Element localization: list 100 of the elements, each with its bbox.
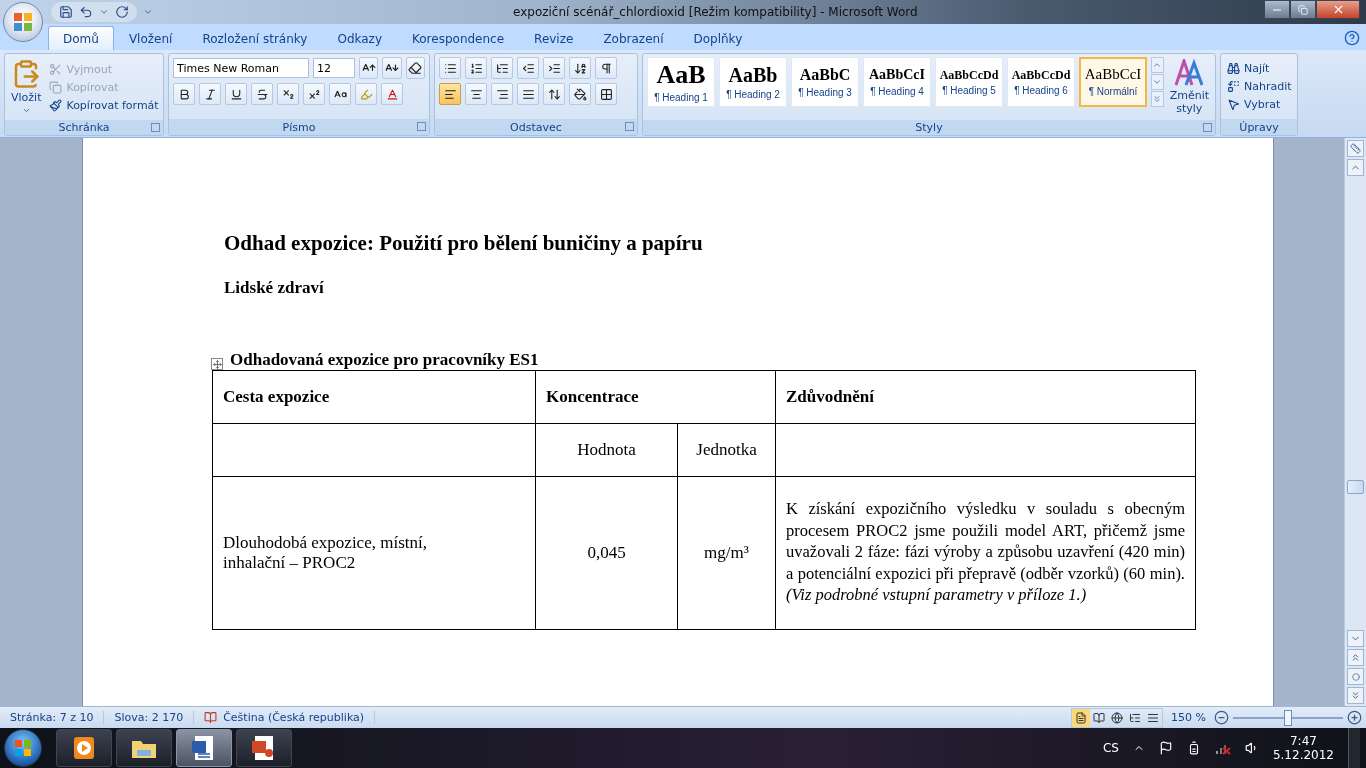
help-button[interactable]	[1344, 30, 1360, 46]
caret-icon	[21, 106, 31, 115]
close-button[interactable]	[1316, 0, 1360, 19]
language-button[interactable]: Čeština (Česká republika)	[223, 711, 365, 724]
zoom-slider-thumb[interactable]	[1284, 709, 1292, 726]
ribbon-tab[interactable]: Odkazy	[322, 26, 397, 50]
increase-indent-icon	[547, 61, 561, 75]
style-tile[interactable]: AaBbCcI ¶ Normální	[1079, 57, 1147, 107]
shrink-font-button[interactable]	[382, 57, 402, 79]
clock[interactable]: 7:47 5.12.2012	[1272, 734, 1334, 762]
ribbon-tab[interactable]: Revize	[519, 26, 589, 50]
ruler-icon	[1350, 143, 1361, 154]
align-left-button[interactable]	[439, 83, 461, 105]
page-count: Stránka: 7 z 10	[0, 711, 105, 724]
line-spacing-button[interactable]	[543, 83, 565, 105]
save-button[interactable]	[59, 5, 73, 19]
document-heading: Odhad expozice: Použití pro bělení buničiny a papíru	[224, 231, 704, 256]
replace-button[interactable]: Nahradit	[1225, 79, 1294, 94]
table-move-handle[interactable]	[211, 358, 223, 370]
decrease-indent-button[interactable]	[517, 57, 539, 79]
style-tile[interactable]: AaB ¶ Heading 1	[647, 57, 715, 107]
painter-button[interactable]: Kopírovat formát	[47, 97, 161, 113]
undo-dropdown-button[interactable]	[99, 7, 109, 17]
strikethrough-button[interactable]	[251, 83, 273, 105]
zoom-out-button[interactable]	[1214, 710, 1229, 725]
style-tile[interactable]: AaBbC ¶ Heading 3	[791, 57, 859, 107]
paste-button[interactable]: Vložit	[9, 57, 44, 117]
binoculars-icon	[1227, 62, 1240, 75]
scrollbar-thumb[interactable]	[1347, 480, 1364, 494]
ribbon-tab[interactable]: Doplňky	[678, 26, 758, 50]
align-right-button[interactable]	[491, 83, 513, 105]
subscript-button[interactable]	[277, 83, 299, 105]
change-case-button[interactable]	[329, 83, 351, 105]
undo-button[interactable]	[79, 5, 93, 19]
clear-formatting-button[interactable]	[405, 57, 425, 79]
table-caption: Odhadovaná expozice pro pracovníky ES1	[230, 350, 539, 370]
borders-button[interactable]	[595, 83, 617, 105]
style-tile[interactable]: AaBbCcI ¶ Heading 4	[863, 57, 931, 107]
start-button[interactable]	[4, 729, 42, 767]
change-styles-button[interactable]: Změnit styly	[1167, 57, 1211, 117]
group-label: Písmo	[282, 120, 316, 134]
bold-button[interactable]	[173, 83, 195, 105]
lines-icon	[1147, 711, 1160, 724]
scissors-icon	[49, 62, 63, 76]
ribbon-tab[interactable]: Rozložení stránky	[187, 26, 323, 50]
restore-button[interactable]	[1290, 0, 1316, 19]
align-justify-button[interactable]	[517, 83, 539, 105]
decrease-indent-icon	[521, 61, 535, 75]
shading-button[interactable]	[569, 83, 591, 105]
copy-icon	[49, 80, 63, 94]
select-button[interactable]: Vybrat	[1225, 97, 1294, 112]
bullets-button[interactable]	[439, 57, 461, 79]
style-tile[interactable]: AaBbCcDd ¶ Heading 6	[1007, 57, 1075, 107]
zoom-level[interactable]: 150 %	[1163, 711, 1214, 724]
borders-icon	[599, 87, 613, 101]
style-tile[interactable]: AaBb ¶ Heading 2	[719, 57, 787, 107]
align-center-button[interactable]	[465, 83, 487, 105]
customize-toolbar-button[interactable]	[143, 7, 153, 17]
show-marks-button[interactable]	[595, 57, 617, 79]
underline-button[interactable]	[225, 83, 247, 105]
zoom-in-button[interactable]	[1347, 710, 1362, 725]
book-icon	[1093, 711, 1106, 724]
double-down-icon	[1350, 690, 1361, 701]
ribbon-tab[interactable]: Korespondence	[397, 26, 520, 50]
up-icon	[1152, 60, 1163, 70]
ribbon-tab[interactable]: Vložení	[113, 26, 188, 50]
group-label: Schránka	[58, 121, 110, 134]
line-spacing-icon	[547, 87, 561, 101]
numbering-icon	[469, 61, 483, 75]
find-button[interactable]: Najít	[1225, 61, 1294, 76]
minimize-button[interactable]	[1264, 0, 1290, 19]
superscript-button[interactable]	[303, 83, 325, 105]
office-button[interactable]	[3, 2, 43, 42]
font-size-field[interactable]: 12	[313, 58, 355, 78]
ribbon-tab[interactable]: Domů	[48, 26, 114, 50]
sort-icon	[573, 61, 587, 75]
taskbar-app-button[interactable]	[56, 729, 112, 767]
input-language[interactable]: CS	[1102, 741, 1119, 755]
numbering-button[interactable]	[465, 57, 487, 79]
font-color-button[interactable]	[381, 83, 403, 105]
multilevel-list-button[interactable]	[491, 57, 513, 79]
italic-button[interactable]	[199, 83, 221, 105]
sort-button[interactable]	[569, 57, 591, 79]
pilcrow-icon	[599, 61, 613, 75]
redo-button[interactable]	[115, 5, 129, 19]
action-center-button[interactable]	[1158, 741, 1173, 755]
font-name-field[interactable]: Times New Roman	[173, 58, 309, 78]
taskbar-app-button[interactable]	[236, 729, 292, 767]
ribbon-tab[interactable]: Zobrazení	[588, 26, 679, 50]
more-icon	[1152, 94, 1163, 104]
style-tile[interactable]: AaBbCcDd ¶ Heading 5	[935, 57, 1003, 107]
ruler-toggle-button[interactable]	[1347, 140, 1364, 157]
redo-icon	[115, 5, 129, 19]
globe-icon	[1111, 711, 1124, 724]
increase-indent-button[interactable]	[543, 57, 565, 79]
letters-icon	[1174, 59, 1205, 87]
taskbar-app-button[interactable]	[176, 729, 232, 767]
taskbar-app-button[interactable]	[116, 729, 172, 767]
view-print-button[interactable]	[1072, 708, 1091, 727]
grow-font-button[interactable]	[359, 57, 379, 79]
